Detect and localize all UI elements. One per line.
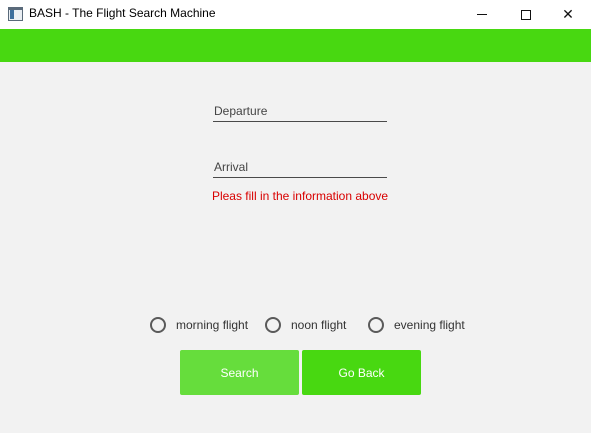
evening-flight-label: evening flight — [394, 318, 465, 332]
noon-flight-radio[interactable]: noon flight — [265, 317, 346, 333]
window-titlebar: BASH - The Flight Search Machine ✕ — [0, 0, 591, 29]
window-title: BASH - The Flight Search Machine — [29, 6, 216, 20]
maximize-button[interactable] — [503, 0, 549, 29]
radio-circle-icon[interactable] — [150, 317, 166, 333]
validation-error-message: Pleas fill in the information above — [211, 189, 389, 203]
morning-flight-radio[interactable]: morning flight — [150, 317, 248, 333]
close-button[interactable]: ✕ — [545, 0, 591, 29]
morning-flight-label: morning flight — [176, 318, 249, 332]
radio-circle-icon[interactable] — [265, 317, 281, 333]
maximize-icon — [521, 9, 531, 20]
noon-flight-label: noon flight — [291, 318, 347, 332]
minimize-button[interactable] — [459, 0, 505, 29]
minimize-icon — [477, 14, 487, 15]
header-bar — [0, 29, 591, 62]
evening-flight-radio[interactable]: evening flight — [368, 317, 465, 333]
departure-field[interactable] — [213, 100, 387, 122]
go-back-button[interactable]: Go Back — [302, 350, 421, 395]
radio-circle-icon[interactable] — [368, 317, 384, 333]
search-button[interactable]: Search — [180, 350, 299, 395]
app-window-icon — [8, 7, 23, 21]
close-icon: ✕ — [562, 6, 574, 22]
arrival-field[interactable] — [213, 156, 387, 178]
